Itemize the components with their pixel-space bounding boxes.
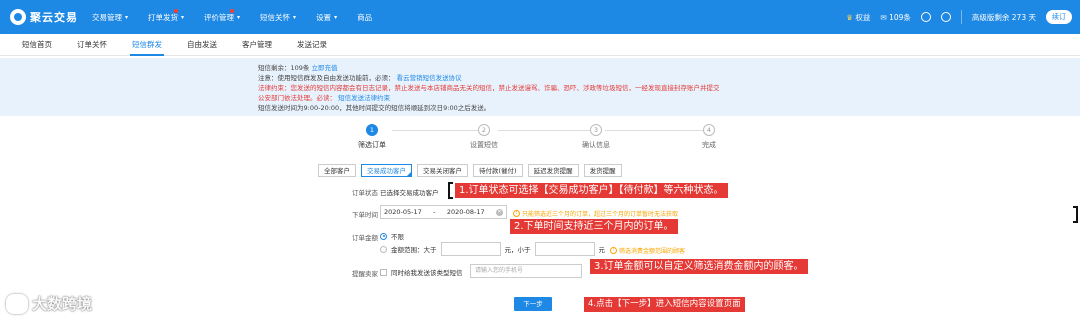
chevron-down-icon: ▾ — [293, 13, 297, 21]
agreement-link[interactable]: 看云营销短信发送协议 — [397, 74, 462, 82]
amount-range-option: 金额范围：大于 元，小于 元 — [380, 242, 605, 256]
tab-customer-manage[interactable]: 客户管理 — [242, 34, 272, 56]
amount-hint: ! 筛选消费金额范围的顾客 — [610, 246, 685, 255]
nav-item-sms[interactable]: 短信关怀 ▾ — [260, 12, 296, 23]
warning-icon: ! — [513, 210, 520, 217]
filter-all-customers[interactable]: 全部客户 — [318, 164, 356, 177]
notification-dot — [174, 8, 179, 13]
edition-remaining: 高级版剩余 273 天 — [971, 12, 1036, 22]
radio-range[interactable] — [380, 245, 387, 253]
tab-bulk-sms[interactable]: 短信群发 — [130, 34, 164, 56]
callout-2: 2.下单时间支持近三个月内的订单。 — [510, 219, 678, 234]
help-icon[interactable] — [940, 12, 951, 22]
sub-nav: 短信首页 订单关怀 短信群发 自由发送 客户管理 发送记录 — [0, 34, 1080, 56]
notification-dot — [230, 8, 235, 13]
top-navbar: 聚云交易 交易管理 ▾ 打单发货 ▾ 评价管理 ▾ 短信关怀 ▾ 设置 ▾ 商品 ♛ 权益… — [0, 0, 1080, 34]
filter-trade-success[interactable]: 交易成功客户 — [361, 164, 412, 177]
filter-trade-closed[interactable]: 交易关闭客户 — [417, 164, 468, 177]
watermark: 大数跨境 — [6, 293, 92, 314]
recharge-link[interactable]: 立即充值 — [312, 64, 338, 72]
warning-icon: ! — [610, 247, 617, 254]
order-status-value: 已选择交易成功客户 — [380, 189, 439, 197]
tab-free-send[interactable]: 自由发送 — [187, 34, 217, 56]
nav-item-print[interactable]: 打单发货 ▾ — [148, 8, 185, 23]
legal-link[interactable]: 短信发送法律约束 — [338, 94, 390, 102]
order-time-label: 下单时间 — [352, 211, 378, 219]
order-status-label: 订单状态 — [352, 189, 378, 197]
sms-count[interactable]: ✉ 109条 — [880, 12, 911, 23]
remind-checkbox[interactable] — [380, 268, 387, 276]
nav-item-goods[interactable]: 商品 — [357, 12, 372, 23]
logo[interactable]: 聚云交易 — [10, 9, 78, 25]
notice-panel: 短信剩余：109条 立即充值 注意：使用短信群发及自由发送功能前，必须： 看云营… — [0, 58, 1080, 116]
divider — [960, 10, 962, 24]
chevron-down-icon: ▾ — [334, 13, 338, 21]
nav-item-trade[interactable]: 交易管理 ▾ — [92, 12, 128, 23]
phone-input[interactable]: 请输入您的手机号 — [470, 264, 582, 278]
date-range-picker[interactable]: 2020-05-17 - 2020-08-17 ✕ — [380, 205, 507, 219]
amount-min-input[interactable] — [440, 242, 501, 256]
callout-bracket-right — [1073, 206, 1078, 223]
chevron-down-icon: ▾ — [181, 13, 185, 21]
date-end: 2020-08-17 — [446, 208, 485, 216]
notice-line: 短信剩余：109条 立即充值 — [258, 64, 338, 72]
refresh-icon[interactable] — [920, 12, 931, 22]
chevron-down-icon: ▾ — [125, 13, 129, 21]
filter-pending-payment[interactable]: 待付款(催付) — [473, 164, 523, 177]
send-time-notice: 短信发送时间为9:00-20:00，其他时间提交的短信将顺延到次日9:00之后发… — [258, 104, 491, 112]
step-4: 4 完成 — [702, 124, 716, 149]
rights-link[interactable]: ♛ 权益 — [846, 12, 870, 23]
logo-text: 聚云交易 — [30, 11, 78, 24]
legal-notice: 法律约束：您发送的短信内容都会有日志记录，禁止发送与本店铺商品无关的短信，禁止发… — [258, 84, 720, 92]
remind-seller-label: 提醒卖家 — [352, 270, 378, 278]
logo-icon — [10, 9, 26, 25]
remind-checkbox-row[interactable]: 同时给我发送该类型短信 — [380, 267, 463, 277]
watermark-logo-icon — [6, 293, 28, 314]
clear-icon[interactable]: ✕ — [496, 208, 503, 216]
amount-unlimited-option[interactable]: 不限 — [380, 231, 404, 241]
notice-line: 注意：使用短信群发及自由发送功能前，必须： 看云营销短信发送协议 — [258, 74, 462, 82]
callout-3: 3.订单金额可以自定义筛选消费金额内的顾客。 — [590, 259, 808, 274]
stepper: 1 筛选订单 2 设置短信 3 确认信息 4 完成 — [350, 124, 730, 154]
order-amount-label: 订单金额 — [352, 234, 378, 242]
radio-unlimited[interactable] — [380, 232, 387, 240]
tab-order-care[interactable]: 订单关怀 — [77, 34, 107, 56]
callout-4: 4.点击【下一步】进入短信内容设置页面 — [584, 297, 745, 312]
main-nav: 交易管理 ▾ 打单发货 ▾ 评价管理 ▾ 短信关怀 ▾ 设置 ▾ 商品 — [92, 0, 392, 34]
callout-1: 1.订单状态可选择【交易成功客户】【待付款】等六种状态。 — [455, 183, 728, 198]
nav-item-settings[interactable]: 设置 ▾ — [316, 12, 337, 23]
amount-max-input[interactable] — [534, 242, 595, 256]
message-icon: ✉ — [880, 12, 887, 22]
step-2: 2 设置短信 — [470, 124, 498, 149]
date-hint: ! 只能筛选近三个月的订单，超过三个月的订单暂时无法获取 — [513, 209, 678, 218]
date-separator: - — [433, 208, 436, 216]
filter-delay-shipping[interactable]: 延迟发货提醒 — [527, 164, 579, 177]
step-3: 3 确认信息 — [582, 124, 610, 149]
renew-button[interactable]: 续订 — [1046, 10, 1072, 24]
header-right: ♛ 权益 ✉ 109条 高级版剩余 273 天 续订 — [846, 0, 1072, 34]
date-start: 2020-05-17 — [384, 208, 422, 216]
chevron-down-icon: ▾ — [237, 13, 241, 21]
nav-item-review[interactable]: 评价管理 ▾ — [204, 8, 241, 23]
tab-send-records[interactable]: 发送记录 — [297, 34, 327, 56]
callout-bracket-left — [448, 182, 453, 199]
filter-shipping-reminder[interactable]: 发货提醒 — [583, 164, 622, 177]
step-1: 1 筛选订单 — [358, 124, 386, 149]
notice-line: 公安部门依法处理。必读： 短信发送法律约束 — [258, 94, 391, 102]
crown-icon: ♛ — [846, 12, 853, 22]
next-step-button[interactable]: 下一步 — [514, 297, 552, 311]
customer-filter-group: 全部客户 交易成功客户 交易关闭客户 待付款(催付) 延迟发货提醒 发货提醒 — [318, 164, 622, 177]
tab-sms-home[interactable]: 短信首页 — [22, 34, 52, 56]
